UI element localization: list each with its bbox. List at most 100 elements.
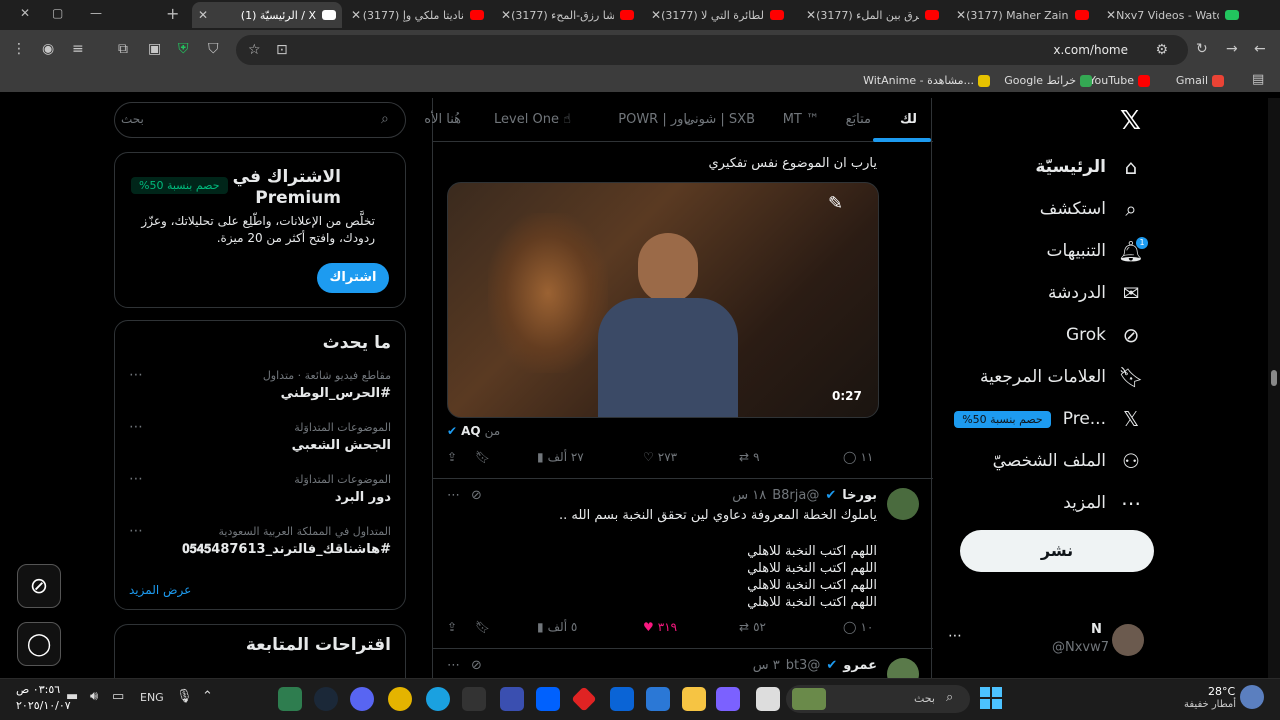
nav-item-profile[interactable]: ⚇ الملف الشخصيّ <box>993 446 1144 476</box>
reading-list-icon[interactable]: ≡ <box>72 41 84 57</box>
like-button[interactable]: ♡ ٢٧٣ <box>643 450 677 464</box>
show-more-link[interactable]: عرض المزيد <box>129 583 191 597</box>
nav-item-bookmark[interactable]: 🔖︎ العلامات المرجعية <box>980 362 1144 392</box>
back-icon[interactable]: → <box>1226 41 1238 57</box>
security-icon[interactable]: ⛉ <box>208 41 219 57</box>
browser-tab[interactable]: ✕ Nxv7 Videos - Watch <box>1100 2 1245 28</box>
nav-item-mail[interactable]: ✉ الدردشة <box>1048 278 1144 308</box>
app-icon[interactable] <box>756 687 780 711</box>
nav-item-x-logo[interactable]: 𝕏 Pre... %حصم بنسبة 50 <box>954 404 1144 434</box>
search-input[interactable]: ⌕ بحث <box>114 102 406 138</box>
nav-item-grok[interactable]: ⊘ Grok <box>1066 320 1144 350</box>
dropbox-icon[interactable] <box>536 687 560 711</box>
language-indicator[interactable]: ENG <box>140 691 164 704</box>
tray-overflow-icon[interactable]: ⌃ <box>202 689 213 704</box>
bookmark-item[interactable]: Gmail <box>1176 74 1224 87</box>
site-settings-icon[interactable]: ⚙ <box>1155 42 1168 58</box>
tweet-author-handle[interactable]: @bt3 <box>786 658 821 673</box>
timeline-tab[interactable]: هُنا الأه <box>424 112 461 127</box>
timeline-tab[interactable]: شونی | SXB <box>684 112 755 127</box>
steam-icon[interactable] <box>314 687 338 711</box>
nav-item-search[interactable]: ⌕ استكشف <box>1040 194 1144 224</box>
views-button[interactable]: ▮ ٥ ألف <box>537 620 577 634</box>
bookmark-icon[interactable]: 🔖︎ <box>475 450 490 464</box>
maximize-window-button[interactable]: ▢ <box>52 6 63 20</box>
timeline-tab[interactable]: POWR | باور <box>618 112 691 127</box>
avatar[interactable] <box>1112 624 1144 656</box>
subscribe-button[interactable]: اشتراك <box>317 263 389 293</box>
tweet-video[interactable]: ✎ 0:27 <box>447 182 879 418</box>
trend-more-icon[interactable]: ⋯ <box>129 523 144 539</box>
bookmark-icon[interactable]: 🔖︎ <box>475 620 490 634</box>
install-app-icon[interactable]: ⊡ <box>276 42 288 58</box>
trend-item[interactable]: مقاطع فيديو شائعة · متداول #الحرس_الوطني <box>263 369 391 401</box>
file-explorer-icon[interactable] <box>682 687 706 711</box>
forward-icon[interactable]: ← <box>1254 41 1266 57</box>
app-icon[interactable] <box>500 687 524 711</box>
messages-floating-button[interactable]: ◯ <box>17 622 61 666</box>
weather-icon[interactable] <box>1240 685 1264 709</box>
timeline-tab[interactable]: Level One ☝ <box>494 112 571 127</box>
close-tab-icon[interactable]: ✕ <box>351 8 361 22</box>
retweet-button[interactable]: ⇄ ٩ <box>739 450 760 464</box>
scrollbar[interactable] <box>1268 98 1280 678</box>
shield-icon[interactable]: ⛨ <box>178 41 189 57</box>
close-tab-icon[interactable]: ✕ <box>956 8 966 22</box>
bookmark-star-icon[interactable]: ☆ <box>248 42 261 58</box>
nav-item-more[interactable]: ⋯ المزيد <box>1063 488 1144 518</box>
timeline-tab[interactable]: MT ™ <box>783 112 819 127</box>
tweet-avatar[interactable] <box>887 488 919 520</box>
trend-more-icon[interactable]: ⋯ <box>129 367 144 383</box>
clock-time[interactable]: ٠٣:٥٦ ص <box>16 683 60 696</box>
browser-tab[interactable]: ✕ (3177) رشا رزق-المحء <box>495 2 640 28</box>
bookmark-item[interactable]: YouTube <box>1089 74 1150 87</box>
reply-button[interactable]: ◯ ١٠ <box>843 620 873 634</box>
extensions-icon[interactable]: ⧉ <box>118 41 128 57</box>
epic-games-icon[interactable] <box>462 687 486 711</box>
microphone-icon[interactable]: 🎙︎ <box>176 689 193 704</box>
network-icon[interactable]: ▭ <box>112 689 124 704</box>
extension-icon[interactable]: ▣ <box>148 41 161 57</box>
address-bar[interactable]: ☆ ⊡ x.com/home ⚙ <box>236 35 1188 65</box>
bookmark-item[interactable]: WitAnime - مشاهدة... <box>863 74 990 87</box>
trend-item[interactable]: الموضوعات المتداوَلة دور البرد <box>294 473 391 505</box>
volume-icon[interactable]: 🔊︎ <box>90 689 98 704</box>
nav-item-home[interactable]: ⌂ الرئيسيّة <box>1035 152 1144 182</box>
store-icon[interactable] <box>646 687 670 711</box>
share-icon[interactable]: ⇪ <box>447 450 457 464</box>
retweet-button[interactable]: ⇄ ٥٢ <box>739 620 766 634</box>
browser-tab[interactable]: ✕ (3177) الطائرة التي لا <box>645 2 790 28</box>
minimize-window-button[interactable]: — <box>90 6 102 20</box>
tweet-author-name[interactable]: عمرو <box>843 658 877 673</box>
taskbar-search[interactable]: ⌕ بحث <box>786 685 970 713</box>
reload-icon[interactable]: ↻ <box>1196 41 1208 57</box>
browser-tab[interactable]: ✕ (3177) ناديتا ملكي وإ <box>345 2 490 28</box>
menu-icon[interactable]: ⋮ <box>12 41 26 57</box>
video-source[interactable]: من AQ ✔ <box>447 424 500 438</box>
tweet-more-icon[interactable]: ⋯ <box>447 488 460 503</box>
close-tab-icon[interactable]: ✕ <box>806 8 816 22</box>
trend-item[interactable]: الموضوعات المتداوَلة الجحش الشعبي <box>292 421 391 453</box>
account-menu-icon[interactable]: ⋯ <box>948 628 962 644</box>
like-button[interactable]: ♥ ٣١٩ <box>643 620 677 634</box>
profile-avatar-icon[interactable]: ◉ <box>42 41 54 57</box>
timeline-tab[interactable]: متابَع <box>846 112 871 127</box>
tweet-more-icon[interactable]: ⋯ <box>447 658 460 673</box>
tweet-author-handle[interactable]: @B8rja <box>772 488 819 503</box>
grok-icon[interactable]: ⊘ <box>471 488 482 503</box>
grok-floating-button[interactable]: ⊘ <box>17 564 61 608</box>
tweet-avatar[interactable] <box>887 658 919 678</box>
timeline-tab[interactable]: لك <box>900 112 917 127</box>
outlook-icon[interactable] <box>610 687 634 711</box>
reply-button[interactable]: ◯ ١١ <box>843 450 873 464</box>
start-button[interactable] <box>980 687 1002 709</box>
chrome-icon[interactable] <box>388 687 412 711</box>
views-button[interactable]: ▮ ٢٧ ألف <box>537 450 584 464</box>
close-tab-icon[interactable]: ✕ <box>198 8 208 22</box>
browser-tab[interactable]: ✕ (1) الرئيسيّة / X <box>192 2 342 28</box>
nav-item-bell[interactable]: 🔔︎ 1 التنبيهات <box>1047 236 1148 266</box>
close-tab-icon[interactable]: ✕ <box>651 8 661 22</box>
trend-item[interactable]: المتداول في المملكة العربية السعودية #هاش… <box>182 525 391 557</box>
grok-icon[interactable]: ⊘ <box>471 658 482 673</box>
close-tab-icon[interactable]: ✕ <box>501 8 511 22</box>
